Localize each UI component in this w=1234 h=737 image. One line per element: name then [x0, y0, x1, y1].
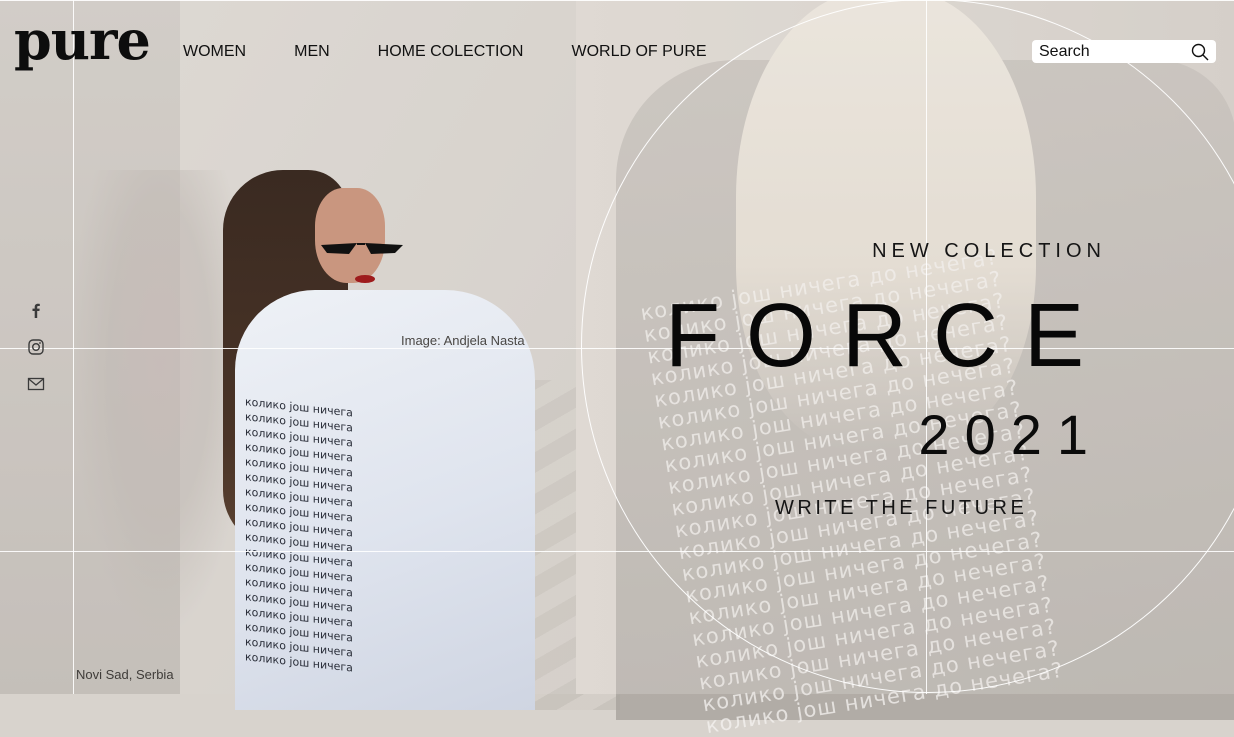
- model-face: [315, 188, 385, 283]
- location-label: Novi Sad, Serbia: [76, 667, 174, 682]
- search-icon[interactable]: [1191, 43, 1209, 61]
- sunglasses: [321, 243, 403, 254]
- mail-icon[interactable]: [27, 375, 45, 393]
- hero-model: колико још ничега до нечега? колико још …: [215, 160, 555, 710]
- collection-year: 2021: [918, 403, 1103, 466]
- sweatshirt-print: колико још ничега до нечега? колико још …: [245, 395, 353, 675]
- search-box: [1032, 40, 1216, 63]
- nav-item-men[interactable]: MEN: [294, 42, 330, 62]
- nav-item-women[interactable]: WOMEN: [183, 42, 246, 62]
- collection-eyebrow: NEW COLECTION: [872, 240, 1106, 262]
- brand-logo[interactable]: pure: [14, 6, 151, 74]
- nav-item-home-collection[interactable]: HOME COLECTION: [378, 42, 524, 62]
- grid-line: [0, 0, 1234, 1]
- collection-title: FORCE: [665, 286, 1110, 386]
- grid-line: [73, 0, 74, 694]
- model-lips: [355, 275, 375, 283]
- collection-tagline: WRITE THE FUTURE: [775, 497, 1028, 519]
- facebook-icon[interactable]: [27, 301, 45, 319]
- instagram-icon[interactable]: [27, 338, 45, 356]
- main-nav: WOMEN MEN HOME COLECTION WORLD OF PURE: [183, 42, 707, 62]
- nav-item-world-of-pure[interactable]: WORLD OF PURE: [571, 42, 706, 62]
- image-credit: Image: Andjela Nasta: [401, 333, 525, 348]
- social-links: [27, 301, 47, 412]
- search-input[interactable]: [1039, 42, 1189, 61]
